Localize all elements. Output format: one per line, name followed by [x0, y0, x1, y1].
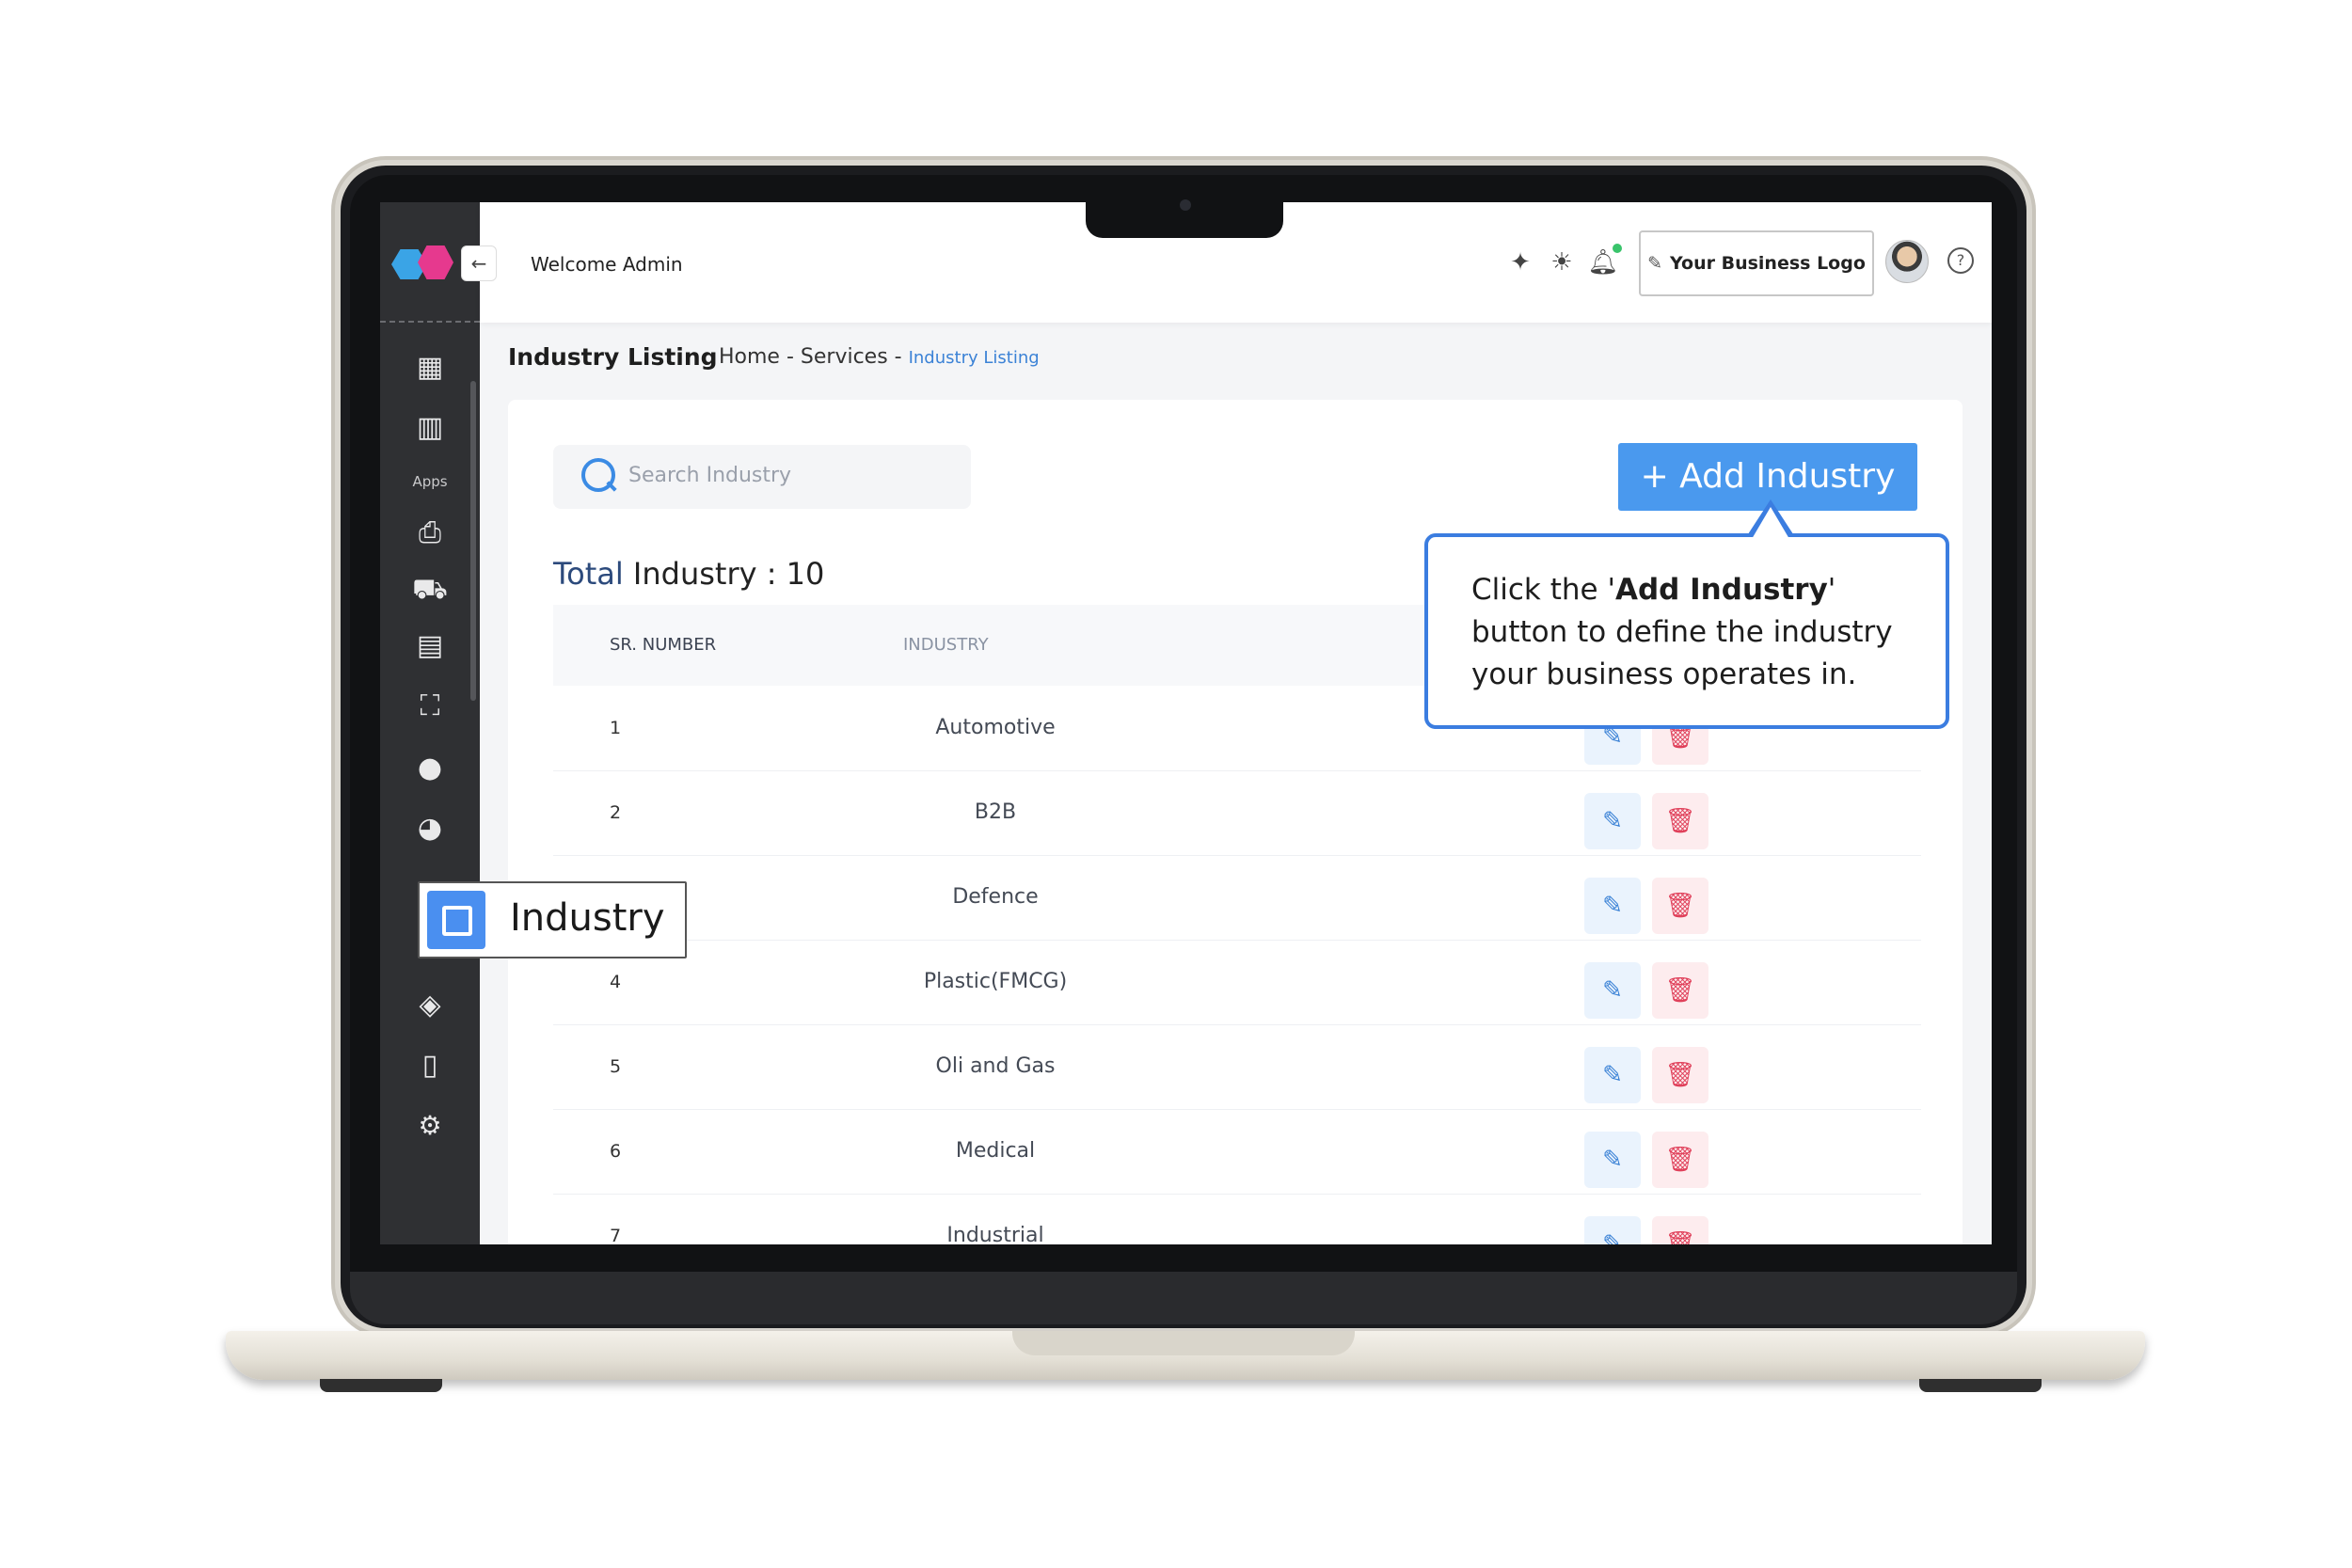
- table-row: 6 Medical ✎ 🗑︎: [553, 1109, 1921, 1195]
- pencil-icon: ✎: [1647, 253, 1663, 274]
- sidebar-scrollbar[interactable]: [470, 381, 476, 701]
- search-icon: [581, 458, 615, 492]
- edit-button[interactable]: ✎: [1584, 962, 1641, 1019]
- delete-button[interactable]: 🗑︎: [1652, 1047, 1708, 1103]
- edit-button[interactable]: ✎: [1584, 1132, 1641, 1188]
- total-label: Total: [553, 556, 624, 592]
- breadcrumb-path[interactable]: Home - Services -: [719, 345, 909, 369]
- sparkle-icon[interactable]: ✦: [1503, 245, 1537, 279]
- notification-dot: [1613, 244, 1622, 253]
- brand-logo[interactable]: [391, 245, 453, 281]
- column-header-industry: INDUSTRY: [903, 635, 989, 655]
- delete-button[interactable]: 🗑︎: [1652, 878, 1708, 934]
- sidebar-item-industry-label: Industry: [510, 896, 665, 940]
- edit-button[interactable]: ✎: [1584, 1047, 1641, 1103]
- table-row: 2 B2B ✎ 🗑︎: [553, 770, 1921, 856]
- breadcrumb-current: Industry Listing: [908, 348, 1040, 368]
- row-industry: B2B: [974, 800, 1017, 824]
- logo-hex-pink: [418, 245, 453, 279]
- table-row: 3 Defence ✎ 🗑︎: [553, 855, 1921, 941]
- breadcrumb: Home - Services - Industry Listing: [719, 345, 1040, 369]
- row-industry: Defence: [952, 885, 1039, 909]
- row-number: 4: [610, 972, 622, 992]
- add-industry-callout: Click the 'Add Industry' button to defin…: [1424, 533, 1949, 729]
- help-icon[interactable]: ?: [1947, 247, 1974, 274]
- row-number: 1: [610, 718, 622, 738]
- business-logo-button[interactable]: ✎ Your Business Logo: [1639, 230, 1874, 296]
- camera-icon: [1180, 199, 1191, 211]
- truck-icon[interactable]: ⛟: [411, 571, 449, 609]
- edit-button[interactable]: ✎: [1584, 793, 1641, 849]
- sidebar-divider: [380, 321, 480, 323]
- total-value: Industry : 10: [623, 556, 825, 592]
- row-industry: Automotive: [935, 716, 1056, 739]
- row-industry: Medical: [955, 1139, 1036, 1163]
- column-header-sr-number: SR. NUMBER: [610, 635, 717, 655]
- row-number: 2: [610, 802, 622, 823]
- table-row: 5 Oli and Gas ✎ 🗑︎: [553, 1024, 1921, 1110]
- apps-label: Apps: [412, 473, 448, 490]
- gear-icon[interactable]: ⚙: [411, 1107, 449, 1145]
- delete-button[interactable]: 🗑︎: [1652, 1216, 1708, 1244]
- sun-icon[interactable]: ☀: [1545, 245, 1579, 279]
- row-industry: Plastic(FMCG): [923, 970, 1068, 993]
- user-icon[interactable]: ●: [411, 750, 449, 787]
- industry-card: Search Industry + Add Industry Total Ind…: [508, 400, 1963, 1244]
- tag-icon[interactable]: ◈: [411, 987, 449, 1024]
- laptop-foot: [320, 1379, 442, 1392]
- row-industry: Oli and Gas: [935, 1054, 1056, 1078]
- screen: ▦ ▥ Apps ⎙ ⛟ ▤ ⛶ ● ◕ ◈ ▯ ⚙ ← Welcome Adm…: [380, 202, 1992, 1244]
- search-input[interactable]: Search Industry: [553, 445, 971, 509]
- kanban-icon[interactable]: ▤: [411, 627, 449, 665]
- edit-button[interactable]: ✎: [1584, 1216, 1641, 1244]
- delete-button[interactable]: 🗑︎: [1652, 1132, 1708, 1188]
- avatar[interactable]: [1885, 240, 1929, 283]
- callout-text-pre: Click the ': [1471, 573, 1615, 607]
- total-count: Total Industry : 10: [553, 556, 824, 592]
- chart-icon[interactable]: ▥: [411, 409, 449, 447]
- page-title: Industry Listing: [508, 343, 718, 371]
- sidebar: ▦ ▥ Apps ⎙ ⛟ ▤ ⛶ ● ◕ ◈ ▯ ⚙: [380, 202, 480, 1244]
- welcome-text: Welcome Admin: [531, 253, 683, 276]
- row-number: 6: [610, 1141, 622, 1162]
- book-icon[interactable]: ▯: [411, 1047, 449, 1085]
- sidebar-item-industry[interactable]: Industry: [418, 881, 687, 958]
- collapse-sidebar-button[interactable]: ←: [461, 245, 497, 281]
- row-industry: Industrial: [946, 1224, 1044, 1244]
- callout-text-bold: Add Industry: [1614, 573, 1828, 607]
- trolley-icon[interactable]: ⛶: [411, 688, 449, 725]
- user-edit-icon[interactable]: ◕: [411, 810, 449, 847]
- delete-button[interactable]: 🗑︎: [1652, 793, 1708, 849]
- callout-pointer-inner: [1752, 507, 1789, 539]
- table-row: 4 Plastic(FMCG) ✎ 🗑︎: [553, 940, 1921, 1025]
- delete-button[interactable]: 🗑︎: [1652, 962, 1708, 1019]
- table-row: 7 Industrial ✎ 🗑︎: [553, 1194, 1921, 1244]
- row-number: 7: [610, 1226, 622, 1244]
- row-number: 5: [610, 1056, 622, 1077]
- printer-icon[interactable]: ⎙: [411, 515, 449, 552]
- edit-button[interactable]: ✎: [1584, 878, 1641, 934]
- search-placeholder: Search Industry: [628, 464, 792, 487]
- dashboard-icon[interactable]: ▦: [411, 349, 449, 387]
- laptop-base-notch: [1012, 1331, 1355, 1355]
- chip-icon: [427, 891, 485, 949]
- callout-text: Click the 'Add Industry' button to defin…: [1471, 569, 1923, 696]
- laptop-foot: [1919, 1379, 2042, 1392]
- laptop-chin: [350, 1272, 2017, 1324]
- business-logo-label: Your Business Logo: [1670, 253, 1866, 274]
